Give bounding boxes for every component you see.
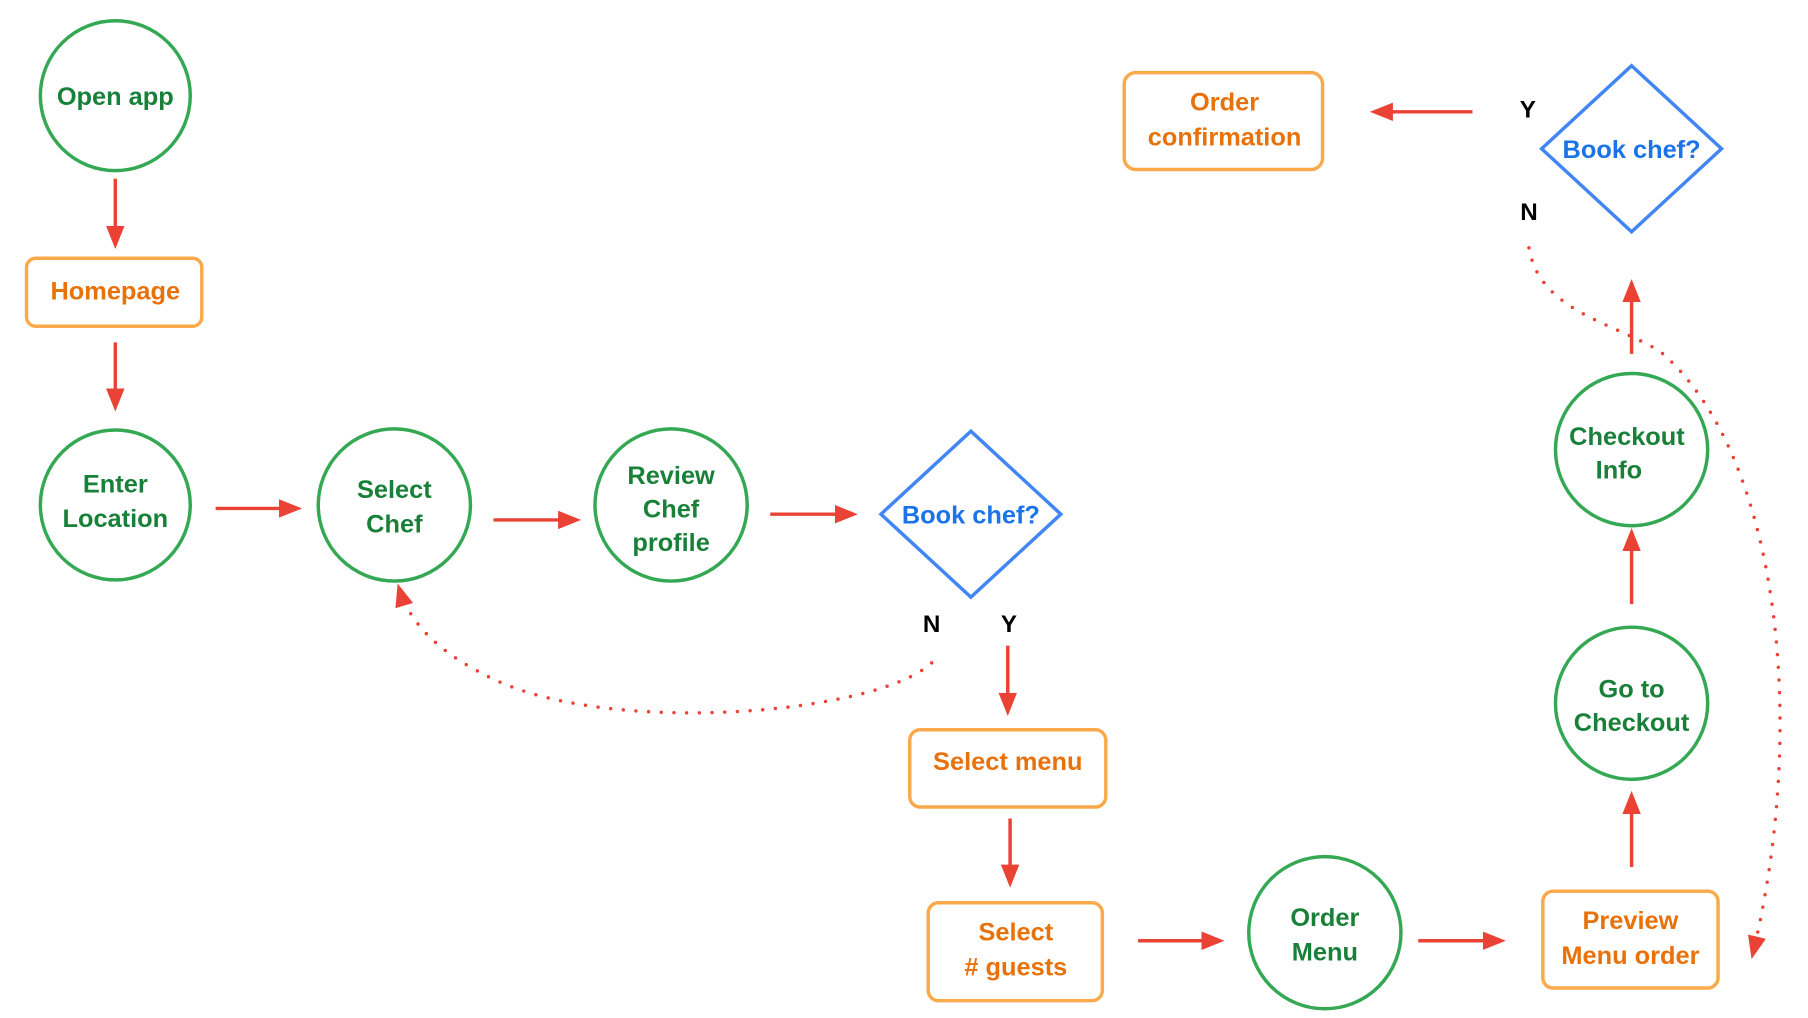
svg-text:Homepage: Homepage xyxy=(50,278,180,306)
decision2-yes-label: Y xyxy=(1520,97,1536,124)
svg-text:Select menu: Select menu xyxy=(933,748,1082,776)
node-select-chef: Select Chef xyxy=(316,427,473,583)
svg-text:Book chef?: Book chef? xyxy=(902,501,1040,529)
node-checkout-info: Checkout Info xyxy=(1553,371,1710,528)
node-open-app: Open app xyxy=(38,19,192,173)
svg-text:Book chef?: Book chef? xyxy=(1563,136,1701,164)
decision2-no-label: N xyxy=(1520,199,1537,226)
node-order-menu: Order Menu xyxy=(1247,854,1403,1011)
decision1-no-label: N xyxy=(923,611,940,638)
dotted-arrow-no-back-to-preview xyxy=(1527,246,1782,960)
dotted-arrow-no-back-to-selectchef xyxy=(395,583,934,715)
svg-text:Open app: Open app xyxy=(57,83,174,111)
node-select-menu: Select menu xyxy=(908,728,1108,809)
user-flow-diagram: Open app Homepage Enter Location Select Ch… xyxy=(24,19,1782,1011)
node-homepage: Homepage xyxy=(24,256,204,328)
node-enter-location: Enter Location xyxy=(38,428,192,582)
node-order-confirmation: Order confirmation xyxy=(1122,70,1325,172)
decision1-yes-label: Y xyxy=(1001,611,1017,638)
node-select-guests: Select # guests xyxy=(926,900,1105,1003)
node-preview-menu-order: Preview Menu order xyxy=(1541,889,1720,990)
node-review-chef-profile: Review Chef profile xyxy=(593,427,749,583)
decision-book-chef-2: Book chef? xyxy=(1539,63,1725,235)
decision-book-chef-1: Book chef? xyxy=(878,428,1064,600)
node-go-to-checkout: Go to Checkout xyxy=(1553,625,1710,782)
